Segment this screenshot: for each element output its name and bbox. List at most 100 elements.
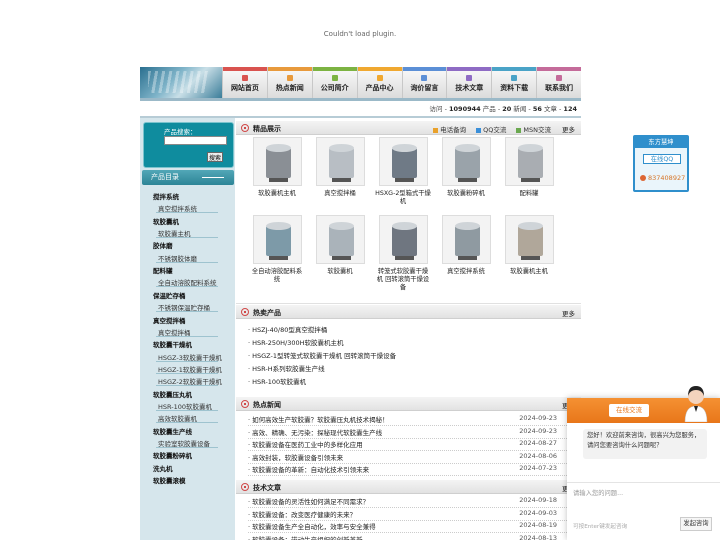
chat-header: 在线交流 [567,386,720,423]
category-item[interactable]: 软胶囊滚模 [153,475,186,485]
nav-item[interactable]: 产品中心 [356,67,402,98]
product-name[interactable]: HSXG-2型箱式干燥机 [375,190,431,206]
product-image[interactable] [252,215,302,264]
product-image[interactable] [315,215,365,264]
product-name[interactable]: 全自动溶胶配料系统 [249,268,305,284]
product-name[interactable]: 软胶囊粉碎机 [438,190,494,198]
category-item[interactable]: HSGZ-3软胶囊干燥机 [156,352,222,362]
news-item[interactable]: · 如何高效生产软胶囊？软胶囊压丸机技术揭秘！ 2024-09-23 [248,414,573,426]
product-card[interactable]: 软胶囊粉碎机 [438,137,494,198]
product-name[interactable]: 真空搅拌桶 [312,190,368,198]
product-image[interactable] [315,137,365,186]
product-card[interactable]: 软胶囊机主机 [249,137,305,198]
product-card[interactable]: 软胶囊机 [312,215,368,276]
nav-item[interactable]: 技术文章 [446,67,492,98]
hot-product-link[interactable]: · HSGZ-1型转笼式软胶囊干燥机 回转滚筒干燥设备 [248,350,573,362]
category-item[interactable]: 软胶囊主机 [156,228,218,239]
news-item[interactable]: · 高效封装，软胶囊设备引领未来 2024-08-06 [248,452,573,464]
category-item[interactable]: 软胶囊机 [153,216,179,226]
product-card[interactable]: 全自动溶胶配料系统 [249,215,305,284]
hot-product-link[interactable]: · HSR-H系列软胶囊生产线 [248,363,573,375]
product-card[interactable]: 真空搅拌桶 [312,137,368,198]
qq-chat-link[interactable]: QQ交流 [476,124,506,134]
site-logo[interactable] [140,67,222,98]
category-item[interactable]: 软胶囊干燥机 [153,339,192,349]
category-item[interactable]: 软胶囊压丸机 [153,389,192,399]
category-item[interactable]: 真空搅拌桶 [156,327,218,337]
category-item[interactable]: 高效软胶囊机 [156,413,218,424]
news-title[interactable]: · 高效封装，软胶囊设备引领未来 [248,454,343,462]
article-title[interactable]: · 软胶囊设备的灵活性如何满足不同需求？ [248,498,369,506]
category-item[interactable]: HSR-100软胶囊机 [156,401,218,411]
product-image[interactable] [504,215,554,264]
hot-product-link[interactable]: · HSR-100软胶囊机 [248,376,573,388]
chat-input[interactable]: 请输入您的问题... [573,488,623,497]
msn-chat-link[interactable]: MSN交流 [516,124,551,134]
article-item[interactable]: · 软胶囊设备：带动生产组织的创新革新 2024-08-13 [248,534,573,540]
hot-product-link[interactable]: · HSZJ-40/80型真空搅拌桶 [248,324,573,336]
news-date: 2024-07-23 [519,464,557,473]
nav-item[interactable]: 联系我们 [536,67,581,98]
category-item[interactable]: 真空搅拌系统 [156,203,218,214]
category-item[interactable]: 软胶囊粉碎机 [153,450,192,460]
category-item[interactable]: 全自动溶胶配料系统 [156,277,218,288]
article-title[interactable]: · 软胶囊设备生产全自动化，效率与安全兼得 [248,523,376,531]
category-item[interactable]: 搅拌系统 [153,191,179,201]
nav-item[interactable]: 询价留言 [401,67,447,98]
search-button[interactable]: 搜索 [207,152,223,162]
product-name[interactable]: 配料罐 [501,190,557,198]
category-item[interactable]: 保温贮存桶 [153,290,186,300]
news-item[interactable]: · 高效、精确、无污染：探秘现代软胶囊生产线 2024-09-23 [248,427,573,439]
product-name[interactable]: 软胶囊机主机 [501,268,557,276]
article-item[interactable]: · 软胶囊设备：改变医疗健康的未来？ 2024-09-03 [248,509,573,521]
product-card[interactable]: 配料罐 [501,137,557,198]
phone-inquiry-link[interactable]: 电话备询 [433,124,466,134]
category-item[interactable]: 洗丸机 [153,463,173,473]
featured-more-link[interactable]: 更多 [562,124,575,134]
hot-products-more-link[interactable]: 更多 [562,308,575,318]
product-name[interactable]: 软胶囊机 [312,268,368,276]
nav-item[interactable]: 网站首页 [222,67,267,98]
product-image[interactable] [441,137,491,186]
category-item[interactable]: 胶体磨 [153,240,173,250]
product-image[interactable] [504,137,554,186]
news-title[interactable]: · 软胶囊设备在医药工业中的多样化应用 [248,441,363,449]
product-image[interactable] [378,215,428,264]
hot-product-link[interactable]: · HSR-250H/300H软胶囊机主机 [248,337,573,349]
category-item[interactable]: 不锈钢保温贮存桶 [156,302,218,313]
nav-item[interactable]: 公司简介 [311,67,357,98]
news-item[interactable]: · 软胶囊设备的革新：自动化技术引领未来 2024-07-23 [248,464,573,477]
category-item[interactable]: 真空搅拌桶 [153,315,186,325]
category-item[interactable]: HSGZ-2软胶囊干燥机 [156,376,222,387]
news-title[interactable]: · 高效、精确、无污染：探秘现代软胶囊生产线 [248,429,382,437]
product-card[interactable]: 转笼式软胶囊干燥机 回转滚筒干燥设备 [375,215,431,292]
product-name[interactable]: 真空搅拌系统 [438,268,494,276]
online-qq-button[interactable]: 在线QQ [643,154,681,164]
product-card[interactable]: 真空搅拌系统 [438,215,494,276]
news-title[interactable]: · 软胶囊设备的革新：自动化技术引领未来 [248,466,369,474]
article-title[interactable]: · 软胶囊设备：改变医疗健康的未来？ [248,511,356,519]
news-title[interactable]: · 如何高效生产软胶囊？软胶囊压丸机技术揭秘！ [248,416,389,424]
article-item[interactable]: · 软胶囊设备生产全自动化，效率与安全兼得 2024-08-19 [248,521,573,534]
category-label: 软胶囊滚模 [153,477,186,486]
category-item[interactable]: 实验室软胶囊设备 [156,438,218,448]
product-image[interactable] [441,215,491,264]
nav-item[interactable]: 热点新闻 [266,67,312,98]
product-image[interactable] [378,137,428,186]
article-title[interactable]: · 软胶囊设备：带动生产组织的创新革新 [248,536,363,540]
category-item[interactable]: HSGZ-1软胶囊干燥机 [156,364,222,374]
product-image[interactable] [252,137,302,186]
chat-send-button[interactable]: 发起咨询 [680,517,712,531]
category-item[interactable]: 配料罐 [153,265,173,275]
chat-tab[interactable]: 在线交流 [609,404,649,417]
product-card[interactable]: HSXG-2型箱式干燥机 [375,137,431,206]
news-item[interactable]: · 软胶囊设备在医药工业中的多样化应用 2024-08-27 [248,439,573,452]
search-input[interactable] [164,136,227,145]
product-card[interactable]: 软胶囊机主机 [501,215,557,276]
product-name[interactable]: 转笼式软胶囊干燥机 回转滚筒干燥设备 [375,268,431,292]
category-item[interactable]: 不锈钢胶体磨 [156,253,218,263]
product-name[interactable]: 软胶囊机主机 [249,190,305,198]
category-item[interactable]: 软胶囊生产线 [153,426,192,436]
nav-item[interactable]: 资料下载 [491,67,537,98]
article-item[interactable]: · 软胶囊设备的灵活性如何满足不同需求？ 2024-09-18 [248,496,573,508]
